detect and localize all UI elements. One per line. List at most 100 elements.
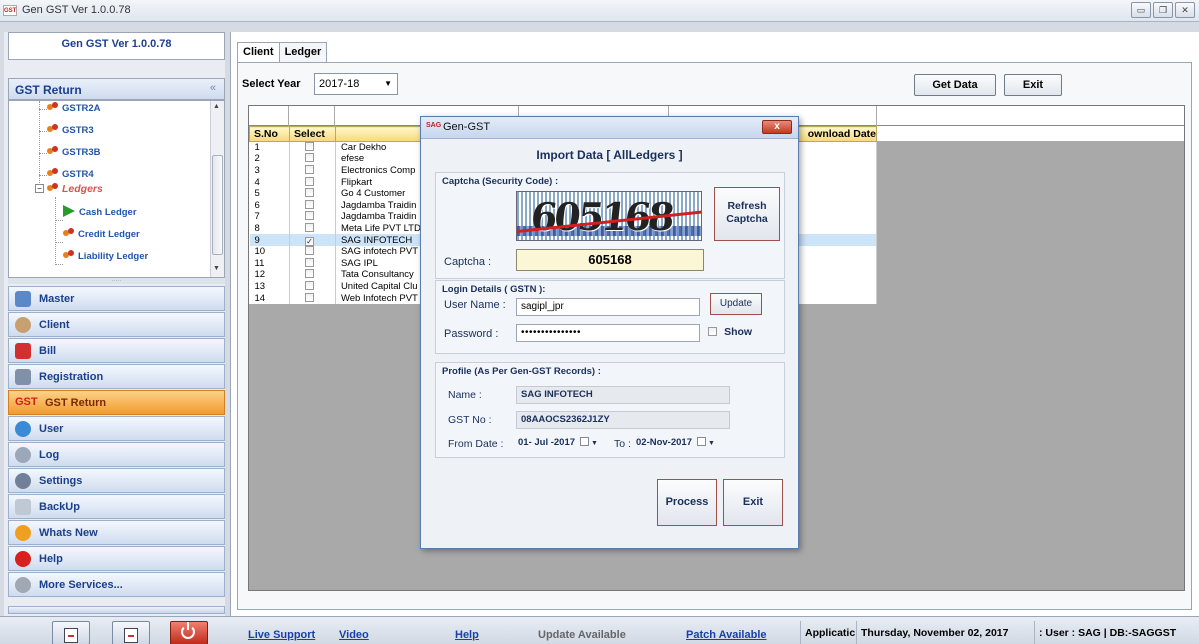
- tree-item-label: GSTR3B: [62, 147, 101, 158]
- tree-scrollbar[interactable]: ▲ ▼: [210, 101, 224, 277]
- row-select-checkbox[interactable]: [304, 292, 314, 302]
- tree-item-liability-ledger[interactable]: Liability Ledger: [63, 249, 148, 265]
- row-select-cell: [289, 257, 336, 270]
- tree-item-ledgers[interactable]: Ledgers: [47, 181, 103, 197]
- nav-whats-new[interactable]: Whats New: [8, 520, 225, 545]
- row-select-checkbox[interactable]: [304, 164, 314, 174]
- row-select-cell: [289, 141, 336, 154]
- captcha-group: Captcha (Security Code) : 605168 Refresh…: [435, 172, 785, 279]
- row-select-checkbox[interactable]: [304, 142, 314, 152]
- nav-log[interactable]: Log: [8, 442, 225, 467]
- refresh-captcha-button[interactable]: Refresh Captcha: [714, 187, 780, 241]
- video-link[interactable]: Video: [339, 629, 369, 641]
- tree-item-cash-ledger[interactable]: Cash Ledger: [63, 205, 137, 221]
- row-sno: 7: [249, 211, 290, 223]
- chevron-down-icon[interactable]: ▼: [591, 440, 598, 447]
- show-password-checkbox[interactable]: Show: [708, 326, 752, 338]
- calendar-icon[interactable]: [696, 437, 706, 446]
- checkbox[interactable]: [708, 327, 717, 336]
- update-available-text[interactable]: Update Available: [538, 629, 626, 641]
- col-sno[interactable]: S.No: [249, 126, 290, 142]
- row-select-checkbox[interactable]: [304, 188, 314, 198]
- help-link[interactable]: Help: [455, 629, 479, 641]
- calendar-icon[interactable]: [580, 437, 590, 446]
- username-input[interactable]: sagipl_jpr: [516, 298, 700, 316]
- dialog-exit-button[interactable]: Exit: [723, 479, 783, 526]
- from-date-picker[interactable]: 01- Jul -2017 ▼: [518, 435, 598, 451]
- profile-group: Profile (As Per Gen-GST Records) : Name …: [435, 362, 785, 458]
- application-status: Applicatic: [800, 621, 856, 644]
- tree-item-label: GSTR4: [62, 169, 94, 180]
- row-select-checkbox[interactable]: [304, 257, 314, 267]
- row-select-checkbox[interactable]: [304, 176, 314, 186]
- grid-header-blank: [877, 126, 1184, 141]
- nav-bill[interactable]: Bill: [8, 338, 225, 363]
- collapse-node-icon[interactable]: −: [35, 184, 44, 193]
- to-date-picker[interactable]: 02-Nov-2017 ▼: [636, 435, 715, 451]
- from-date-label: From Date :: [448, 438, 504, 450]
- process-button[interactable]: Process: [657, 479, 717, 526]
- dialog-close-button[interactable]: x: [762, 120, 792, 134]
- col-select[interactable]: Select: [288, 126, 336, 142]
- dialog-heading: Import Data [ AllLedgers ]: [536, 148, 683, 162]
- document-icon: [64, 628, 78, 643]
- close-button[interactable]: ✕: [1175, 2, 1195, 18]
- nav-master[interactable]: Master: [8, 286, 225, 311]
- chevron-down-icon[interactable]: ▼: [708, 440, 715, 447]
- nav-settings[interactable]: Settings: [8, 468, 225, 493]
- tree-item-gstr3[interactable]: GSTR3: [47, 123, 94, 139]
- tree-item-label: Ledgers: [62, 183, 103, 195]
- restore-window-button[interactable]: [112, 621, 150, 644]
- sidebar: Gen GST Ver 1.0.0.78 GST Return « GSTR2A…: [4, 32, 225, 644]
- row-select-checkbox[interactable]: [304, 199, 314, 209]
- scroll-up-icon[interactable]: ▲: [213, 103, 220, 110]
- row-select-checkbox[interactable]: [304, 269, 314, 279]
- tree-item-gstr3b[interactable]: GSTR3B: [47, 145, 101, 161]
- row-select-cell: [289, 211, 336, 223]
- live-support-link[interactable]: Live Support: [248, 629, 315, 641]
- nav-help[interactable]: Help: [8, 546, 225, 571]
- tab-ledger[interactable]: Ledger: [278, 42, 328, 62]
- gst-return-tree: GSTR2A GSTR3 GSTR3B GSTR4 − Ledgers Cash…: [8, 100, 225, 278]
- tab-client[interactable]: Client: [237, 42, 280, 62]
- nav-more-services[interactable]: More Services...: [8, 572, 225, 597]
- tree-item-gstr2a[interactable]: GSTR2A: [47, 101, 101, 117]
- sidebar-footer: [8, 606, 225, 614]
- row-select-checkbox[interactable]: ✓: [304, 236, 314, 246]
- nav-registration[interactable]: Registration: [8, 364, 225, 389]
- captcha-input[interactable]: 605168: [516, 249, 704, 271]
- profile-name-field: SAG INFOTECH: [516, 386, 730, 404]
- minimize-button[interactable]: ▭: [1131, 2, 1151, 18]
- row-select-checkbox[interactable]: [304, 153, 314, 163]
- splitter-grip[interactable]: ·····: [8, 278, 225, 284]
- tree-item-credit-ledger[interactable]: Credit Ledger: [63, 227, 140, 243]
- scrollbar-thumb[interactable]: [212, 155, 223, 255]
- nav-gst-return[interactable]: GST GST Return: [8, 390, 225, 415]
- row-select-checkbox[interactable]: [304, 280, 314, 290]
- patch-available-link[interactable]: Patch Available: [686, 629, 767, 641]
- username-label: User Name :: [444, 299, 506, 311]
- nav-client[interactable]: Client: [8, 312, 225, 337]
- power-button[interactable]: [170, 621, 208, 644]
- update-button[interactable]: Update: [710, 293, 762, 315]
- nav-backup[interactable]: BackUp: [8, 494, 225, 519]
- tree-item-label: GSTR3: [62, 125, 94, 136]
- restore-button[interactable]: ❐: [1153, 2, 1173, 18]
- nav-label: More Services...: [39, 579, 123, 591]
- to-date-label: To :: [614, 438, 631, 450]
- get-data-button[interactable]: Get Data: [914, 74, 996, 96]
- nav-user[interactable]: User: [8, 416, 225, 441]
- collapse-icon[interactable]: «: [210, 82, 216, 94]
- row-select-checkbox[interactable]: [304, 246, 314, 256]
- row-select-checkbox[interactable]: [304, 222, 314, 232]
- exit-button[interactable]: Exit: [1004, 74, 1062, 96]
- password-input[interactable]: •••••••••••••••: [516, 324, 700, 342]
- year-select[interactable]: 2017-18 ▼: [314, 73, 398, 95]
- gst-return-header[interactable]: GST Return «: [8, 78, 225, 100]
- title-bar: GST Gen GST Ver 1.0.0.78 ▭ ❐ ✕: [0, 0, 1199, 22]
- row-select-checkbox[interactable]: [304, 211, 314, 221]
- row-sno: 10: [249, 245, 290, 258]
- row-sno: 11: [249, 257, 290, 270]
- scroll-down-icon[interactable]: ▼: [213, 265, 220, 272]
- minimize-window-button[interactable]: [52, 621, 90, 644]
